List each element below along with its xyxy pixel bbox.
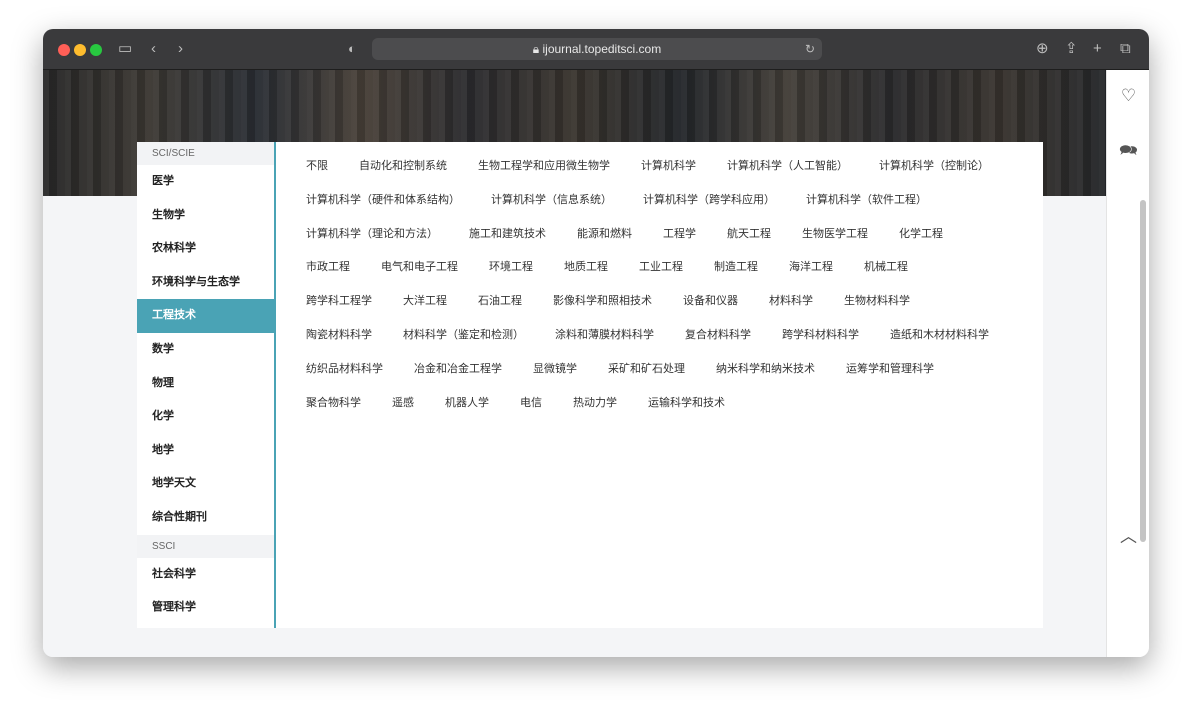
heart-icon[interactable]: ♡ <box>1107 86 1149 106</box>
zoom-window-button[interactable] <box>90 44 102 56</box>
subject-tag[interactable]: 计算机科学（跨学科应用） <box>643 186 775 220</box>
subject-tag[interactable]: 显微镜学 <box>533 355 577 389</box>
forward-icon[interactable]: › <box>178 39 183 59</box>
subject-tag[interactable]: 生物工程学和应用微生物学 <box>478 152 610 186</box>
url-text: ijournal.topeditsci.com <box>542 42 662 56</box>
subject-tag[interactable]: 材料科学（鉴定和检测） <box>403 321 524 355</box>
subject-tag[interactable]: 造纸和木材材料科学 <box>890 321 989 355</box>
reload-icon[interactable]: ↻ <box>805 39 815 59</box>
subject-tag[interactable]: 遥感 <box>392 389 414 423</box>
subject-tag[interactable]: 制造工程 <box>714 253 758 287</box>
subject-tag[interactable]: 机器人学 <box>445 389 489 423</box>
subject-tag[interactable]: 跨学科工程学 <box>306 287 372 321</box>
sidebar-item[interactable]: 医学 <box>137 165 274 199</box>
subject-tag[interactable]: 影像科学和照相技术 <box>553 287 652 321</box>
scrollbar[interactable] <box>1140 200 1146 542</box>
browser-window: ▭ ‹ › ◐ 🔒︎ ijournal.topeditsci.com ↻ ⊕ ⇪… <box>43 29 1149 657</box>
subject-tag[interactable]: 工业工程 <box>639 253 683 287</box>
back-icon[interactable]: ‹ <box>151 39 156 59</box>
subject-tag[interactable]: 生物医学工程 <box>802 220 868 254</box>
tab-overview-icon[interactable]: ⧉ <box>1120 39 1131 59</box>
browser-toolbar: ▭ ‹ › ◐ 🔒︎ ijournal.topeditsci.com ↻ ⊕ ⇪… <box>43 29 1149 70</box>
sidebar-item[interactable]: 综合性期刊 <box>137 501 274 535</box>
page-content: SCI/SCIE 医学 生物学 农林科学 环境科学与生态学 工程技术 数学 物理 化学 地学 地学天… <box>43 70 1106 657</box>
subject-tag[interactable]: 复合材料科学 <box>685 321 751 355</box>
subject-tag[interactable]: 地质工程 <box>564 253 608 287</box>
subject-tag[interactable]: 材料科学 <box>769 287 813 321</box>
subject-tag[interactable]: 采矿和矿石处理 <box>608 355 685 389</box>
sidebar-item[interactable]: 工程技术 <box>137 299 274 333</box>
share-icon[interactable]: ⇪ <box>1065 39 1078 59</box>
sidebar-item[interactable]: 地学 <box>137 434 274 468</box>
subject-tag[interactable]: 施工和建筑技术 <box>469 220 546 254</box>
sidebar-item[interactable]: 物理 <box>137 367 274 401</box>
subject-tag[interactable]: 不限 <box>306 152 328 186</box>
subject-tag[interactable]: 电气和电子工程 <box>381 253 458 287</box>
subject-tag[interactable]: 计算机科学（控制论） <box>879 152 989 186</box>
sidebar-item[interactable]: 数学 <box>137 333 274 367</box>
new-tab-icon[interactable]: + <box>1093 39 1102 59</box>
address-bar[interactable]: 🔒︎ ijournal.topeditsci.com <box>372 38 822 60</box>
subject-tag[interactable]: 跨学科材料科学 <box>782 321 859 355</box>
sidebar-item[interactable]: 环境科学与生态学 <box>137 266 274 300</box>
sidebar-item[interactable]: 农林科学 <box>137 232 274 266</box>
sidebar-item[interactable]: 生物学 <box>137 199 274 233</box>
subject-tag[interactable]: 陶瓷材料科学 <box>306 321 372 355</box>
subject-tag[interactable]: 计算机科学（软件工程） <box>806 186 927 220</box>
sidebar-item[interactable]: 地学天文 <box>137 467 274 501</box>
subject-tag[interactable]: 工程学 <box>663 220 696 254</box>
subject-tag[interactable]: 石油工程 <box>478 287 522 321</box>
shield-icon[interactable]: ◐ <box>348 39 356 59</box>
subject-tag[interactable]: 设备和仪器 <box>683 287 738 321</box>
subject-tag[interactable]: 环境工程 <box>489 253 533 287</box>
subject-tag[interactable]: 热动力学 <box>573 389 617 423</box>
subject-tag[interactable]: 计算机科学 <box>641 152 696 186</box>
subject-tag-list: 不限 自动化和控制系统 生物工程学和应用微生物学 计算机科学 计算机科学（人工智能） 计算… <box>306 152 1026 422</box>
subject-tag[interactable]: 电信 <box>520 389 542 423</box>
minimize-window-button[interactable] <box>74 44 86 56</box>
subject-tag[interactable]: 能源和燃料 <box>577 220 632 254</box>
subject-tag[interactable]: 市政工程 <box>306 253 350 287</box>
category-panel: SCI/SCIE 医学 生物学 农林科学 环境科学与生态学 工程技术 数学 物理 化学 地学 地学天… <box>137 142 1043 628</box>
subject-tag[interactable]: 计算机科学（信息系统） <box>491 186 612 220</box>
sidebar-item[interactable]: 社会科学 <box>137 558 274 592</box>
category-sidebar: SCI/SCIE 医学 生物学 农林科学 环境科学与生态学 工程技术 数学 物理 化学 地学 地学天… <box>137 142 276 628</box>
subject-tag[interactable]: 化学工程 <box>899 220 943 254</box>
subject-tag[interactable]: 海洋工程 <box>789 253 833 287</box>
subject-tag[interactable]: 计算机科学（理论和方法） <box>306 220 438 254</box>
subject-tag[interactable]: 聚合物科学 <box>306 389 361 423</box>
subject-tag[interactable]: 涂料和薄膜材料科学 <box>555 321 654 355</box>
subject-tag[interactable]: 运输科学和技术 <box>648 389 725 423</box>
subject-tag[interactable]: 纳米科学和纳米技术 <box>716 355 815 389</box>
subject-tag[interactable]: 冶金和冶金工程学 <box>414 355 502 389</box>
right-toolbar: ♡ 🗪︎ ︿ <box>1106 70 1149 657</box>
sidebar-section-header: SCI/SCIE <box>137 142 274 165</box>
subject-tag[interactable]: 自动化和控制系统 <box>359 152 447 186</box>
close-window-button[interactable] <box>58 44 70 56</box>
subject-tag[interactable]: 运筹学和管理科学 <box>846 355 934 389</box>
subject-tag[interactable]: 大洋工程 <box>403 287 447 321</box>
subject-tag[interactable]: 生物材料科学 <box>844 287 910 321</box>
subject-tag[interactable]: 机械工程 <box>864 253 908 287</box>
download-icon[interactable]: ⊕ <box>1036 39 1049 59</box>
sidebar-section-header: SSCI <box>137 534 274 558</box>
comment-icon[interactable]: 🗪︎ <box>1107 140 1149 165</box>
subject-tag[interactable]: 计算机科学（人工智能） <box>727 152 848 186</box>
sidebar-item[interactable]: 化学 <box>137 400 274 434</box>
subject-tag[interactable]: 纺织品材料科学 <box>306 355 383 389</box>
sidebar-item[interactable]: 管理科学 <box>137 591 274 625</box>
sidebar-toggle-icon[interactable]: ▭ <box>118 39 132 59</box>
subject-tag[interactable]: 航天工程 <box>727 220 771 254</box>
subject-tag[interactable]: 计算机科学（硬件和体系结构） <box>306 186 460 220</box>
